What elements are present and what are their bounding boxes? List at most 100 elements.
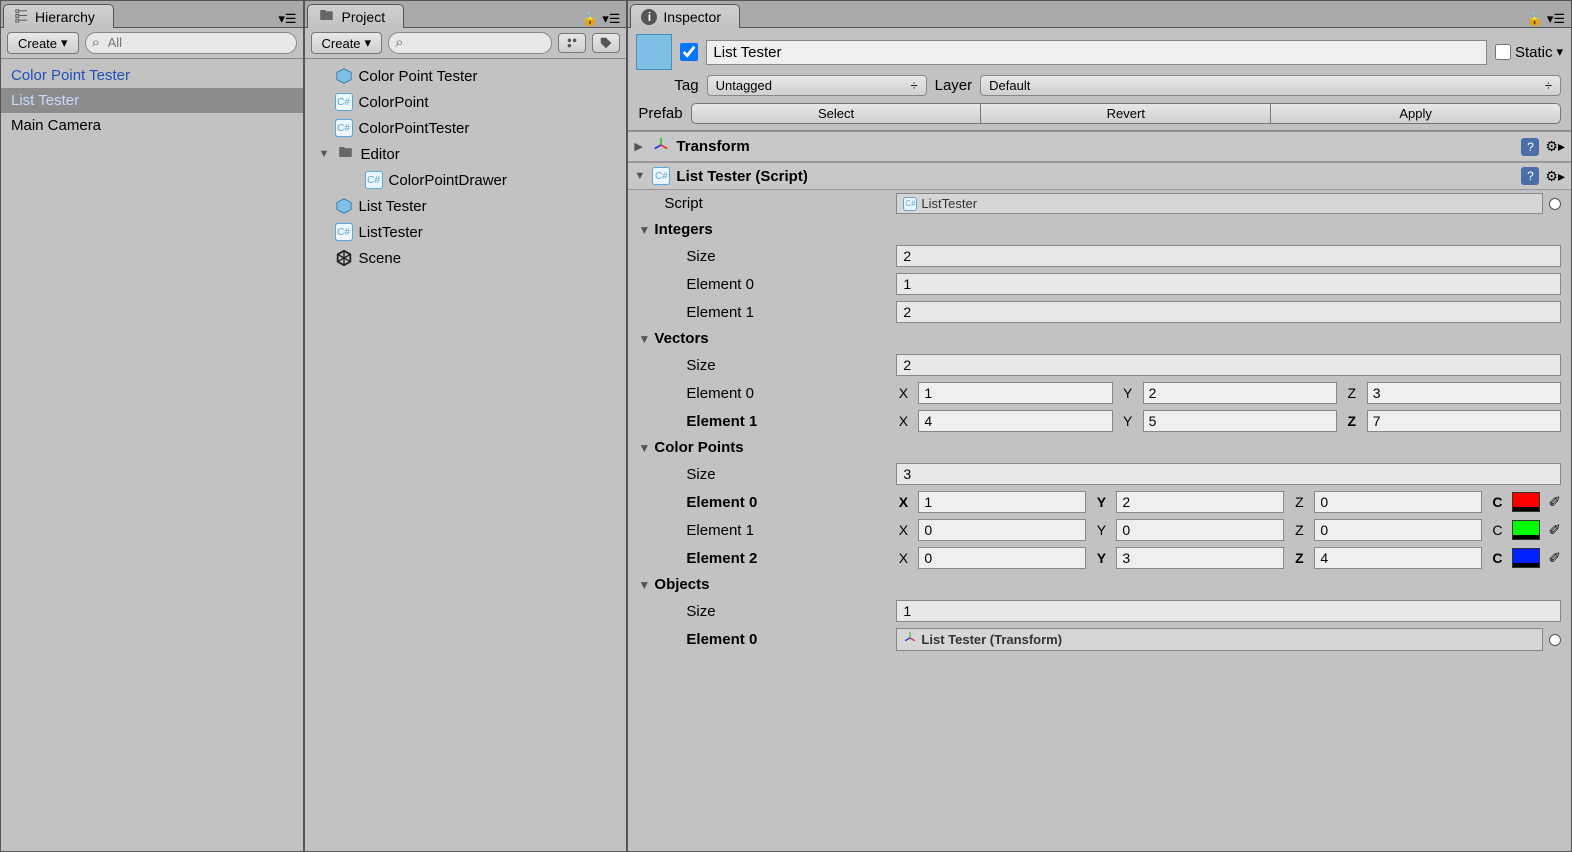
transform-component-header[interactable]: ▶ Transform ? ⚙▸	[628, 131, 1571, 162]
static-checkbox[interactable]	[1495, 44, 1511, 60]
y-label[interactable]: Y	[1121, 413, 1135, 429]
help-icon[interactable]: ?	[1521, 167, 1539, 185]
y-field[interactable]	[1116, 547, 1284, 569]
x-field[interactable]	[918, 410, 1112, 432]
hierarchy-search-input[interactable]	[108, 35, 288, 50]
panel-menu-icon[interactable]: 🔒 ▾☰	[1521, 11, 1571, 27]
dropdown-caret-icon[interactable]: ▾	[1556, 44, 1563, 60]
tag-dropdown[interactable]: Untagged÷	[707, 75, 927, 96]
project-item[interactable]: List Tester	[305, 193, 627, 219]
x-field[interactable]	[918, 382, 1112, 404]
gear-icon[interactable]: ⚙▸	[1545, 138, 1565, 155]
project-item[interactable]: C# ColorPointTester	[305, 115, 627, 141]
hierarchy-item[interactable]: Color Point Tester	[1, 63, 303, 88]
z-label[interactable]: Z	[1292, 550, 1306, 566]
panel-menu-icon[interactable]: 🔒 ▾☰	[576, 11, 626, 27]
hierarchy-tab[interactable]: Hierarchy	[3, 4, 114, 28]
z-field[interactable]	[1314, 491, 1482, 513]
gear-icon[interactable]: ⚙▸	[1545, 168, 1565, 185]
x-label[interactable]: X	[896, 413, 910, 429]
y-label[interactable]: Y	[1094, 494, 1108, 510]
object-picker-icon[interactable]	[1549, 634, 1561, 646]
create-button[interactable]: Create ▾	[7, 32, 79, 54]
size-field[interactable]	[896, 600, 1561, 622]
y-label[interactable]: Y	[1121, 385, 1135, 401]
size-field[interactable]	[896, 245, 1561, 267]
x-label[interactable]: X	[896, 550, 910, 566]
objects-section[interactable]: ▼ Objects	[628, 572, 1571, 597]
y-field[interactable]	[1143, 382, 1337, 404]
color-swatch[interactable]	[1512, 548, 1540, 568]
project-folder[interactable]: ▼ 🖿 Editor	[305, 141, 627, 167]
foldout-icon[interactable]: ▶	[634, 140, 646, 153]
prefab-revert-button[interactable]: Revert	[980, 103, 1270, 124]
x-label[interactable]: X	[896, 494, 910, 510]
prefab-select-button[interactable]: Select	[691, 103, 981, 124]
lock-icon[interactable]: 🔒	[1527, 11, 1543, 27]
script-object-field[interactable]: C#ListTester	[896, 193, 1561, 214]
int-field[interactable]	[896, 273, 1561, 295]
object-field[interactable]: List Tester (Transform)	[896, 628, 1561, 651]
vectors-section[interactable]: ▼ Vectors	[628, 326, 1571, 351]
layer-dropdown[interactable]: Default÷	[980, 75, 1561, 96]
colorpoints-section[interactable]: ▼ Color Points	[628, 435, 1571, 460]
color-swatch[interactable]	[1512, 492, 1540, 512]
z-label[interactable]: Z	[1292, 522, 1306, 538]
inspector-tab[interactable]: i Inspector	[630, 4, 740, 28]
c-label[interactable]: C	[1490, 494, 1504, 510]
c-label[interactable]: C	[1490, 522, 1504, 538]
y-field[interactable]	[1116, 519, 1284, 541]
eyedropper-icon[interactable]: ✐	[1548, 493, 1561, 511]
foldout-icon[interactable]: ▼	[638, 223, 650, 237]
active-checkbox[interactable]	[680, 43, 698, 61]
hierarchy-item[interactable]: List Tester	[1, 88, 303, 113]
filter-type-button[interactable]	[558, 33, 586, 53]
create-button[interactable]: Create ▾	[311, 32, 383, 54]
static-toggle[interactable]: Static ▾	[1495, 44, 1563, 61]
foldout-icon[interactable]: ▼	[638, 332, 650, 346]
size-field[interactable]	[896, 354, 1561, 376]
project-item[interactable]: C# ColorPointDrawer	[305, 167, 627, 193]
panel-menu-icon[interactable]: ▾☰	[272, 11, 302, 27]
y-field[interactable]	[1116, 491, 1284, 513]
project-tab[interactable]: 🖿 Project	[307, 4, 405, 28]
hierarchy-search[interactable]	[85, 32, 297, 54]
hierarchy-item[interactable]: Main Camera	[1, 113, 303, 138]
script-component-header[interactable]: ▼ C# List Tester (Script) ? ⚙▸	[628, 162, 1571, 190]
z-field[interactable]	[1367, 410, 1561, 432]
x-field[interactable]	[918, 547, 1086, 569]
project-item[interactable]: Color Point Tester	[305, 63, 627, 89]
y-label[interactable]: Y	[1094, 550, 1108, 566]
prefab-apply-button[interactable]: Apply	[1270, 103, 1561, 124]
c-label[interactable]: C	[1490, 550, 1504, 566]
project-item[interactable]: Scene	[305, 245, 627, 271]
lock-icon[interactable]: 🔒	[582, 11, 598, 27]
z-label[interactable]: Z	[1292, 494, 1306, 510]
z-label[interactable]: Z	[1345, 413, 1359, 429]
x-label[interactable]: X	[896, 385, 910, 401]
z-label[interactable]: Z	[1345, 385, 1359, 401]
eyedropper-icon[interactable]: ✐	[1548, 549, 1561, 567]
eyedropper-icon[interactable]: ✐	[1548, 521, 1561, 539]
foldout-icon[interactable]: ▼	[638, 441, 650, 455]
project-search-input[interactable]	[411, 35, 543, 50]
object-picker-icon[interactable]	[1549, 198, 1561, 210]
gameobject-name-field[interactable]	[706, 40, 1487, 65]
help-icon[interactable]: ?	[1521, 138, 1539, 156]
gameobject-icon[interactable]	[636, 34, 672, 70]
foldout-icon[interactable]: ▼	[638, 578, 650, 592]
y-field[interactable]	[1143, 410, 1337, 432]
integers-section[interactable]: ▼ Integers	[628, 217, 1571, 242]
z-field[interactable]	[1367, 382, 1561, 404]
int-field[interactable]	[896, 301, 1561, 323]
size-field[interactable]	[896, 463, 1561, 485]
x-label[interactable]: X	[896, 522, 910, 538]
filter-label-button[interactable]	[592, 33, 620, 53]
x-field[interactable]	[918, 491, 1086, 513]
project-search[interactable]	[388, 32, 552, 54]
z-field[interactable]	[1314, 547, 1482, 569]
foldout-icon[interactable]: ▼	[319, 148, 331, 160]
project-item[interactable]: C# ColorPoint	[305, 89, 627, 115]
x-field[interactable]	[918, 519, 1086, 541]
y-label[interactable]: Y	[1094, 522, 1108, 538]
